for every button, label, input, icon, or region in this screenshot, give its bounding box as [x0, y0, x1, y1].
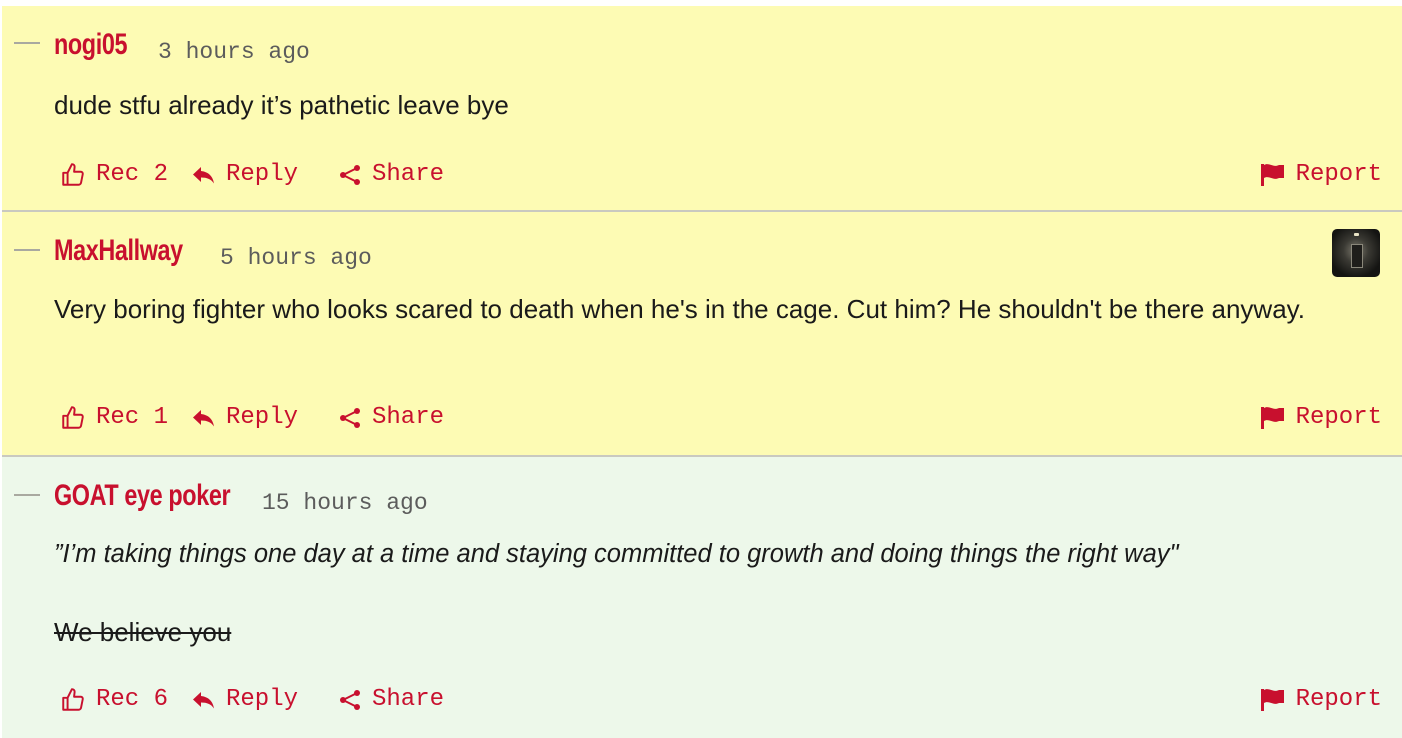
comment-actions: Rec 2 Reply Share Report [60, 161, 1382, 191]
comment-timestamp: 3 hours ago [158, 39, 310, 65]
share-icon [340, 164, 360, 185]
share-button[interactable]: Share [338, 686, 444, 713]
share-label: Share [372, 404, 445, 431]
comment-text: Very boring fighter who looks scared to … [54, 294, 1305, 324]
flag-icon [1260, 688, 1284, 711]
rec-button[interactable]: Rec 1 [60, 404, 168, 431]
reply-button[interactable]: Reply [192, 686, 298, 713]
rec-button[interactable]: Rec 2 [60, 161, 168, 188]
comment-timestamp: 15 hours ago [262, 490, 428, 516]
comment-text: dude stfu already it’s pathetic leave by… [54, 90, 509, 120]
reply-label: Reply [226, 161, 299, 188]
reply-button[interactable]: Reply [192, 404, 298, 431]
comment-body: dude stfu already it’s pathetic leave by… [54, 85, 1342, 125]
comment-quote: ”I’m taking things one day at a time and… [54, 540, 1179, 568]
comment: GOAT eye poker 15 hours ago ”I’m taking … [2, 457, 1402, 738]
rec-label: Rec 2 [96, 161, 169, 188]
thumbs-up-icon [62, 687, 84, 711]
comment-username[interactable]: nogi05 [54, 28, 127, 62]
reply-label: Reply [226, 686, 299, 713]
comment-strikethrough-text: We believe you [54, 617, 232, 647]
comment-body: ”I’m taking things one day at a time and… [54, 534, 1382, 652]
reply-arrow-icon [193, 166, 214, 183]
share-icon [340, 407, 360, 428]
share-label: Share [372, 161, 445, 188]
comment-timestamp: 5 hours ago [220, 245, 372, 271]
report-label: Report [1295, 404, 1382, 431]
avatar-lamp [1354, 233, 1359, 236]
comment: MaxHallway 5 hours ago Very boring fight… [2, 212, 1402, 457]
share-button[interactable]: Share [338, 404, 444, 431]
share-label: Share [372, 686, 445, 713]
comment: nogi05 3 hours ago dude stfu already it’… [2, 6, 1402, 212]
flag-icon [1260, 406, 1284, 429]
share-button[interactable]: Share [338, 161, 444, 188]
collapse-dash-icon[interactable] [14, 494, 40, 496]
thumbs-up-icon [62, 405, 84, 429]
collapse-dash-icon[interactable] [14, 42, 40, 44]
collapse-dash-icon[interactable] [14, 249, 40, 251]
rec-label: Rec 6 [96, 686, 169, 713]
rec-button[interactable]: Rec 6 [60, 686, 168, 713]
comment-body: Very boring fighter who looks scared to … [54, 289, 1342, 329]
comment-username[interactable]: MaxHallway [54, 234, 183, 268]
reply-label: Reply [226, 404, 299, 431]
thumbs-up-icon [62, 162, 84, 186]
report-button[interactable]: Report [1260, 686, 1382, 713]
comment-actions: Rec 1 Reply Share Report [60, 404, 1382, 434]
report-button[interactable]: Report [1260, 161, 1382, 188]
avatar-door [1351, 244, 1363, 268]
share-icon [340, 689, 360, 710]
comment-username[interactable]: GOAT eye poker [54, 479, 231, 513]
report-button[interactable]: Report [1260, 404, 1382, 431]
comment-actions: Rec 6 Reply Share Report [60, 686, 1382, 716]
reply-button[interactable]: Reply [192, 161, 298, 188]
flag-icon [1260, 163, 1284, 186]
report-label: Report [1295, 686, 1382, 713]
report-label: Report [1295, 161, 1382, 188]
hallway-avatar-icon[interactable] [1332, 229, 1380, 277]
reply-arrow-icon [193, 409, 214, 426]
comment-thread: nogi05 3 hours ago dude stfu already it’… [2, 6, 1402, 738]
reply-arrow-icon [193, 691, 214, 708]
rec-label: Rec 1 [96, 404, 169, 431]
